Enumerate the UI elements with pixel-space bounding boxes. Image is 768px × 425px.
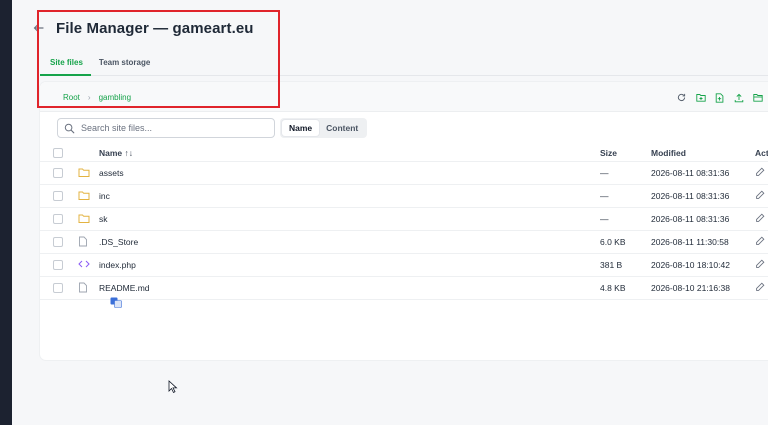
file-size: — bbox=[600, 191, 609, 201]
open-folder-icon[interactable] bbox=[748, 91, 767, 104]
row-icon-cell bbox=[78, 185, 90, 207]
file-size: 4.8 KB bbox=[600, 283, 626, 293]
table-row[interactable]: README.md 4.8 KB 2026-08-10 21:16:38 bbox=[40, 277, 768, 300]
page-header: File Manager — gameart.eu bbox=[32, 14, 254, 42]
chevron-right-icon: › bbox=[87, 93, 91, 102]
edit-icon[interactable] bbox=[755, 282, 767, 294]
mouse-cursor-icon bbox=[168, 380, 178, 394]
column-header-name[interactable]: Name ↑↓ bbox=[99, 144, 133, 161]
column-header-size[interactable]: Size bbox=[600, 144, 617, 161]
search-input-wrapper bbox=[57, 118, 275, 138]
file-name[interactable]: index.php bbox=[99, 254, 136, 276]
breadcrumb-root[interactable]: Root bbox=[63, 93, 80, 102]
table-row[interactable]: assets — 2026-08-11 08:31:36 bbox=[40, 162, 768, 185]
row-icon-cell bbox=[78, 231, 90, 253]
table-row[interactable]: index.php 381 B 2026-08-10 18:10:42 bbox=[40, 254, 768, 277]
file-name[interactable]: README.md bbox=[99, 277, 150, 299]
row-check-cell bbox=[53, 185, 63, 207]
search-icon bbox=[64, 123, 75, 134]
select-all-cell bbox=[53, 144, 63, 161]
row-check-cell bbox=[53, 254, 63, 276]
search-input[interactable] bbox=[81, 123, 271, 133]
row-actions bbox=[755, 162, 768, 184]
file-modified: 2026-08-11 08:31:36 bbox=[651, 191, 730, 201]
file-size: — bbox=[600, 214, 609, 224]
file-name[interactable]: .DS_Store bbox=[99, 231, 138, 253]
edit-icon[interactable] bbox=[755, 236, 767, 248]
file-size: — bbox=[600, 168, 609, 178]
search-mode-content[interactable]: Content bbox=[319, 120, 365, 136]
table-row[interactable]: sk — 2026-08-11 08:31:36 bbox=[40, 208, 768, 231]
edit-icon[interactable] bbox=[755, 190, 767, 202]
file-name[interactable]: assets bbox=[99, 162, 124, 184]
row-actions bbox=[755, 185, 768, 207]
file-icon bbox=[78, 282, 90, 294]
edit-icon[interactable] bbox=[755, 213, 767, 225]
row-icon-cell bbox=[78, 254, 90, 276]
path-bar: Root › gambling bbox=[40, 82, 768, 112]
folder-icon bbox=[78, 167, 90, 179]
table-header-row: Name ↑↓ Size Modified Actions bbox=[40, 144, 768, 162]
folder-icon bbox=[78, 213, 90, 225]
breadcrumb: Root › gambling bbox=[63, 93, 131, 102]
file-manager-page: File Manager — gameart.eu Site files Tea… bbox=[12, 0, 768, 425]
file-modified: 2026-08-11 11:30:58 bbox=[651, 237, 729, 247]
row-checkbox[interactable] bbox=[53, 214, 63, 224]
row-actions bbox=[755, 254, 768, 276]
back-arrow-icon[interactable] bbox=[32, 21, 46, 35]
edit-icon[interactable] bbox=[755, 167, 767, 179]
row-check-cell bbox=[53, 208, 63, 230]
row-check-cell bbox=[53, 162, 63, 184]
folder-icon bbox=[78, 190, 90, 202]
window-edge bbox=[0, 0, 12, 425]
column-header-modified[interactable]: Modified bbox=[651, 144, 686, 161]
row-actions bbox=[755, 208, 768, 230]
upload-icon[interactable] bbox=[729, 91, 748, 104]
file-size: 6.0 KB bbox=[600, 237, 626, 247]
files-panel: Root › gambling Search site files... Nam… bbox=[40, 82, 768, 360]
table-row[interactable]: inc — 2026-08-11 08:31:36 bbox=[40, 185, 768, 208]
column-header-actions: Actions bbox=[755, 147, 768, 158]
row-checkbox[interactable] bbox=[53, 283, 63, 293]
search-mode-name[interactable]: Name bbox=[282, 120, 320, 136]
row-check-cell bbox=[53, 231, 63, 253]
file-table: Name ↑↓ Size Modified Actions assets — 2… bbox=[40, 144, 768, 300]
row-checkbox[interactable] bbox=[53, 168, 63, 178]
toolbar bbox=[672, 91, 767, 104]
breadcrumb-current[interactable]: gambling bbox=[99, 93, 131, 102]
row-actions bbox=[755, 277, 768, 299]
row-icon-cell bbox=[78, 162, 90, 184]
new-folder-icon[interactable] bbox=[691, 91, 710, 104]
file-modified: 2026-08-10 18:10:42 bbox=[651, 260, 730, 270]
file-size: 381 B bbox=[600, 260, 623, 270]
row-checkbox[interactable] bbox=[53, 191, 63, 201]
translate-icon[interactable] bbox=[110, 295, 122, 308]
file-modified: 2026-08-11 08:31:36 bbox=[651, 168, 730, 178]
file-name[interactable]: sk bbox=[99, 208, 108, 230]
edit-icon[interactable] bbox=[755, 259, 767, 271]
page-title: File Manager — gameart.eu bbox=[56, 19, 254, 37]
row-icon-cell bbox=[78, 277, 90, 299]
tab-site-files[interactable]: Site files bbox=[40, 50, 91, 76]
file-modified: 2026-08-11 08:31:36 bbox=[651, 214, 730, 224]
row-check-cell bbox=[53, 277, 63, 299]
table-row[interactable]: .DS_Store 6.0 KB 2026-08-11 11:30:58 bbox=[40, 231, 768, 254]
row-icon-cell bbox=[78, 208, 90, 230]
tab-bar: Site files Team storage bbox=[40, 50, 768, 76]
file-modified: 2026-08-10 21:16:38 bbox=[651, 283, 730, 293]
file-icon bbox=[78, 236, 90, 248]
code-icon bbox=[78, 259, 90, 271]
row-checkbox[interactable] bbox=[53, 237, 63, 247]
file-name[interactable]: inc bbox=[99, 185, 110, 207]
new-file-icon[interactable] bbox=[710, 91, 729, 104]
row-actions bbox=[755, 231, 768, 253]
refresh-icon[interactable] bbox=[672, 91, 691, 104]
search-mode-toggle: Name Content bbox=[280, 118, 368, 138]
select-all-checkbox[interactable] bbox=[53, 147, 63, 158]
row-checkbox[interactable] bbox=[53, 260, 63, 270]
tab-team-storage[interactable]: Team storage bbox=[91, 50, 158, 76]
